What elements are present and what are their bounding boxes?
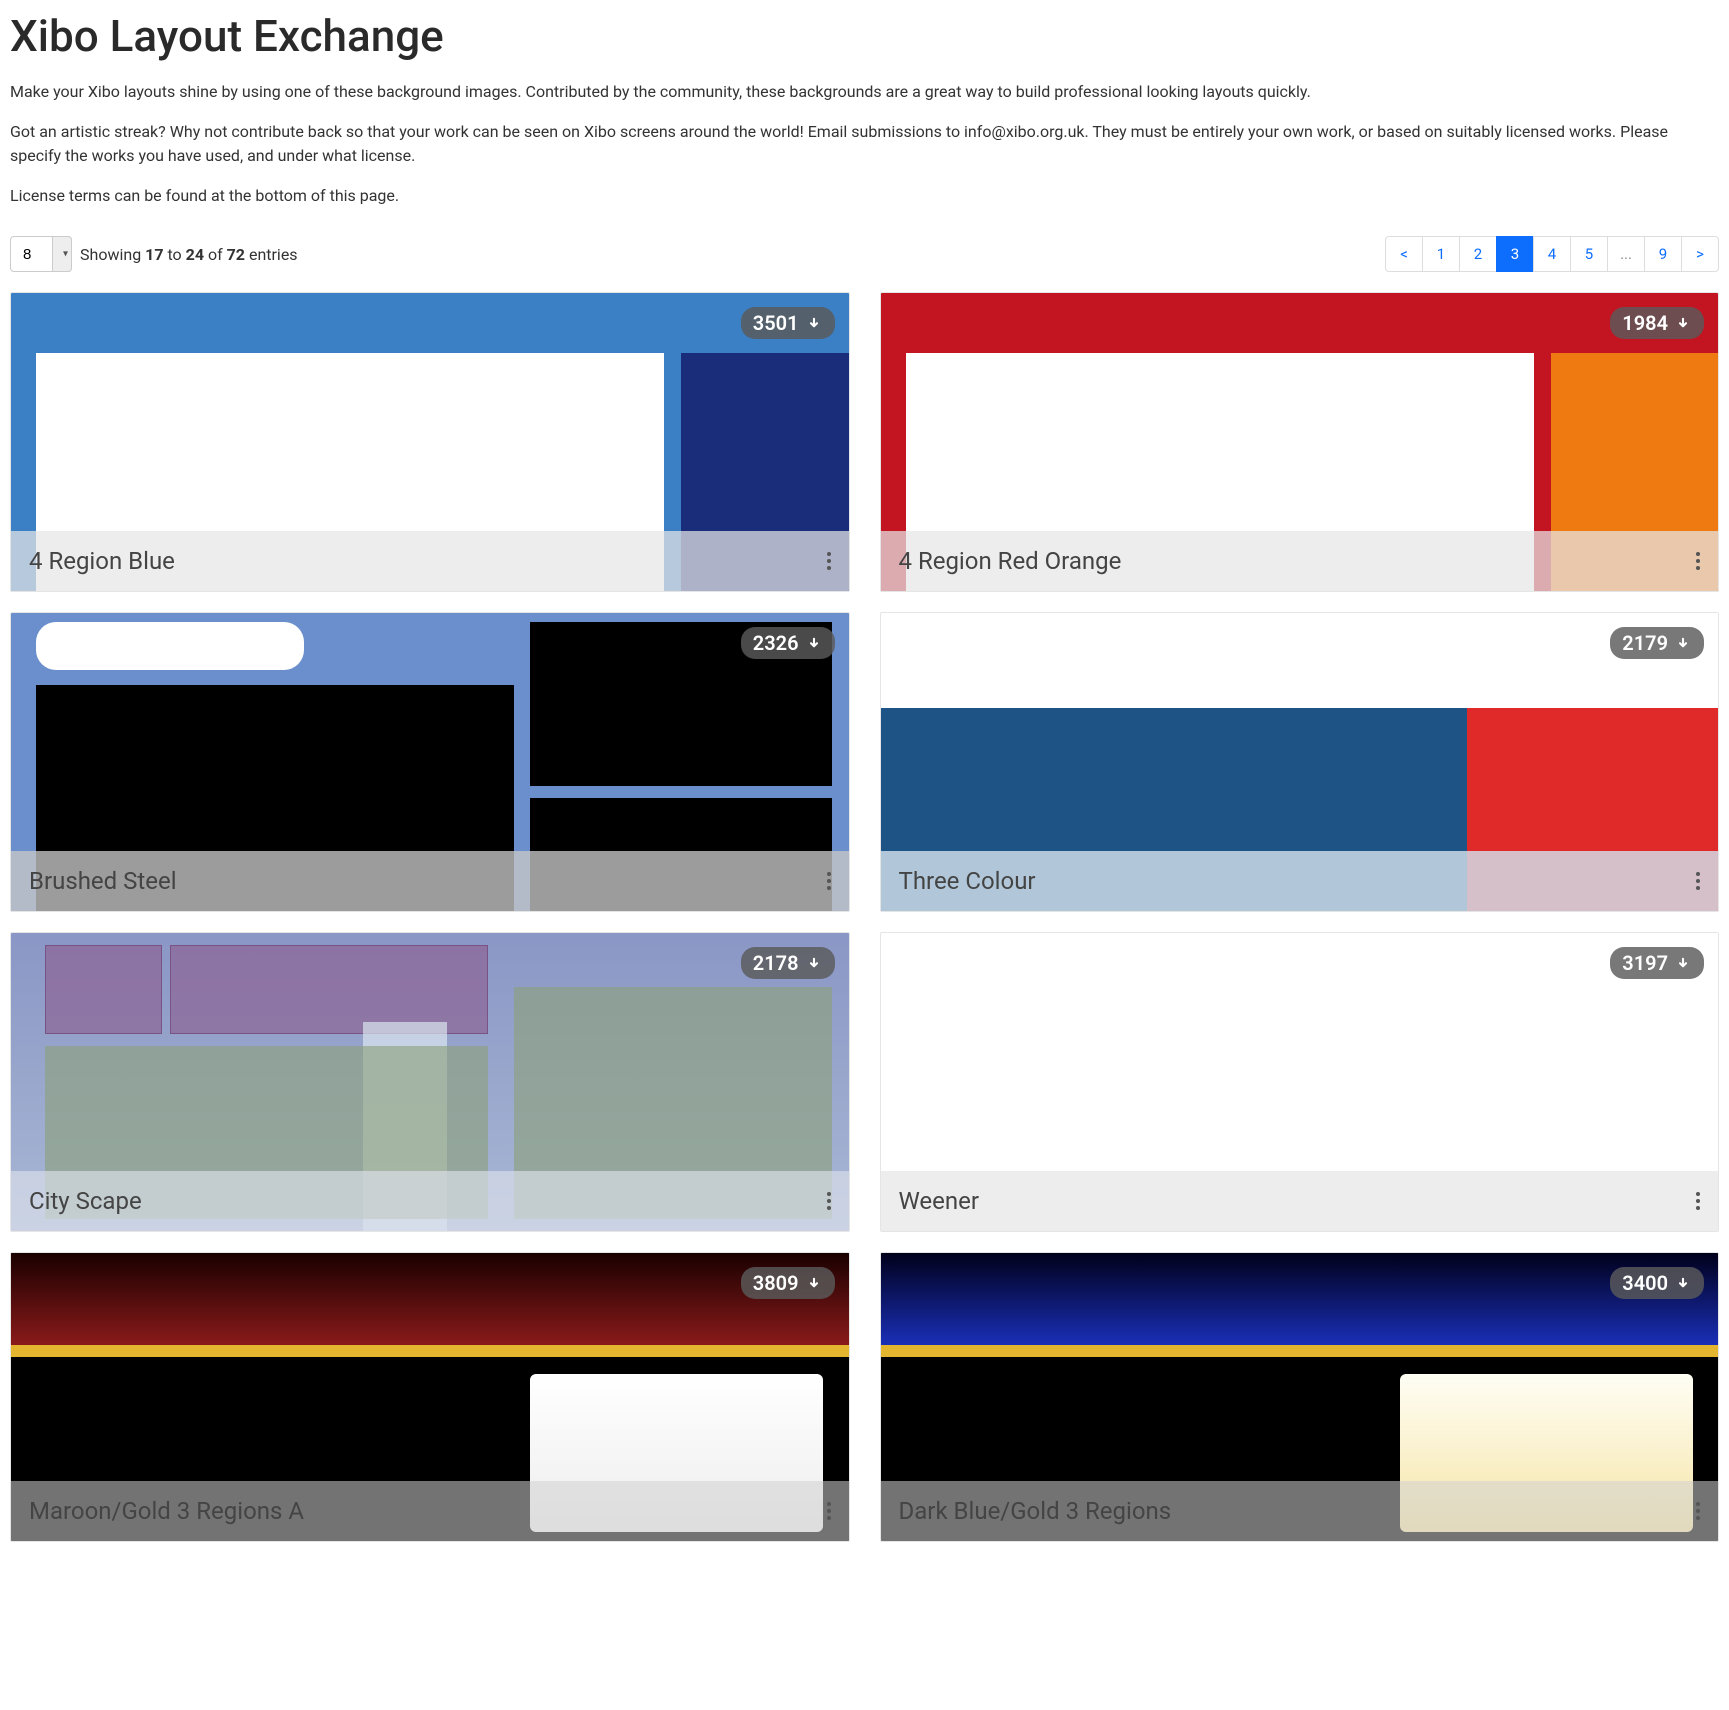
page-link-2[interactable]: 2	[1459, 236, 1497, 272]
download-count: 3400	[1622, 1271, 1668, 1295]
download-count-badge: 1984	[1610, 307, 1704, 339]
download-arrow-icon	[805, 954, 823, 972]
download-count: 2179	[1622, 631, 1668, 655]
more-options-icon[interactable]	[823, 868, 831, 894]
pagination: <12345...9>	[1386, 236, 1719, 272]
download-count-badge: 3400	[1610, 1267, 1704, 1299]
layout-card[interactable]: 2326 Brushed Steel	[10, 612, 850, 912]
layout-title: 4 Region Red Orange	[899, 547, 1122, 575]
intro-paragraph-2: Got an artistic streak? Why not contribu…	[10, 120, 1719, 168]
more-options-icon[interactable]	[823, 1188, 831, 1214]
card-footer: City Scape	[11, 1171, 849, 1231]
page-link-9[interactable]: 9	[1644, 236, 1682, 272]
layout-card[interactable]: 1984 4 Region Red Orange	[880, 292, 1720, 592]
card-footer: 4 Region Red Orange	[881, 531, 1719, 591]
download-count-badge: 2178	[741, 947, 835, 979]
layout-card[interactable]: 3400 Dark Blue/Gold 3 Regions	[880, 1252, 1720, 1542]
download-count-badge: 2179	[1610, 627, 1704, 659]
more-options-icon[interactable]	[823, 1498, 831, 1524]
download-count: 3197	[1622, 951, 1668, 975]
download-count: 2178	[753, 951, 799, 975]
download-count-badge: 3501	[741, 307, 835, 339]
page-link-1[interactable]: 1	[1422, 236, 1460, 272]
layout-card[interactable]: 3809 Maroon/Gold 3 Regions A	[10, 1252, 850, 1542]
card-footer: Brushed Steel	[11, 851, 849, 911]
layout-title: Weener	[899, 1187, 980, 1215]
download-count-badge: 3197	[1610, 947, 1704, 979]
card-footer: Dark Blue/Gold 3 Regions	[881, 1481, 1719, 1541]
download-count: 3809	[753, 1271, 799, 1295]
download-count-badge: 3809	[741, 1267, 835, 1299]
page-link-4[interactable]: 4	[1533, 236, 1571, 272]
showing-entries-text: Showing 17 to 24 of 72 entries	[80, 245, 298, 264]
page-size-select-wrapper: 8 ▾	[10, 236, 72, 272]
card-footer: Weener	[881, 1171, 1719, 1231]
download-count-badge: 2326	[741, 627, 835, 659]
download-arrow-icon	[1674, 1274, 1692, 1292]
page-link-dotsdotsdots: ...	[1607, 236, 1645, 272]
card-footer: Three Colour	[881, 851, 1719, 911]
page-link-3[interactable]: 3	[1496, 236, 1534, 272]
layout-title: Three Colour	[899, 867, 1036, 895]
more-options-icon[interactable]	[1692, 1188, 1700, 1214]
more-options-icon[interactable]	[1692, 548, 1700, 574]
layout-title: Maroon/Gold 3 Regions A	[29, 1497, 304, 1525]
download-arrow-icon	[805, 634, 823, 652]
more-options-icon[interactable]	[823, 548, 831, 574]
download-count: 2326	[753, 631, 799, 655]
download-count: 3501	[753, 311, 799, 335]
page-link-prev[interactable]: <	[1385, 236, 1423, 272]
layout-card[interactable]: 2178 City Scape	[10, 932, 850, 1232]
more-options-icon[interactable]	[1692, 868, 1700, 894]
more-options-icon[interactable]	[1692, 1498, 1700, 1524]
download-arrow-icon	[1674, 634, 1692, 652]
card-footer: 4 Region Blue	[11, 531, 849, 591]
download-arrow-icon	[1674, 314, 1692, 332]
layout-title: Brushed Steel	[29, 867, 177, 895]
intro-paragraph-1: Make your Xibo layouts shine by using on…	[10, 80, 1719, 104]
page-title: Xibo Layout Exchange	[10, 10, 1719, 62]
layout-title: Dark Blue/Gold 3 Regions	[899, 1497, 1172, 1525]
card-footer: Maroon/Gold 3 Regions A	[11, 1481, 849, 1541]
page-link-next[interactable]: >	[1681, 236, 1719, 272]
page-size-select[interactable]: 8	[10, 236, 72, 272]
intro-paragraph-3: License terms can be found at the bottom…	[10, 184, 1719, 208]
layout-card[interactable]: 2179 Three Colour	[880, 612, 1720, 912]
page-link-5[interactable]: 5	[1570, 236, 1608, 272]
layout-title: City Scape	[29, 1187, 142, 1215]
download-count: 1984	[1622, 311, 1668, 335]
download-arrow-icon	[805, 1274, 823, 1292]
download-arrow-icon	[1674, 954, 1692, 972]
layout-card[interactable]: 3197 Weener	[880, 932, 1720, 1232]
layout-card[interactable]: 3501 4 Region Blue	[10, 292, 850, 592]
download-arrow-icon	[805, 314, 823, 332]
layout-title: 4 Region Blue	[29, 547, 175, 575]
